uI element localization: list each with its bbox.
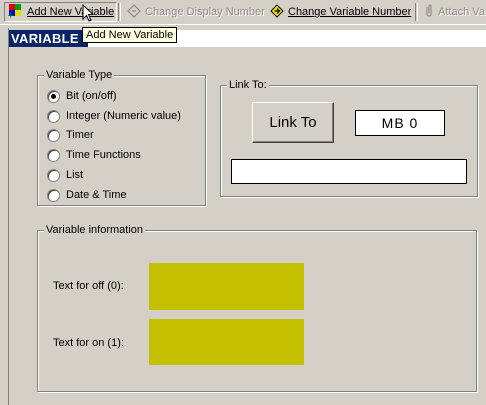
text-off-label: Text for off (0): xyxy=(53,280,124,292)
link-description-field[interactable] xyxy=(231,159,467,184)
variable-info-group: Variable information Text for off (0): T… xyxy=(37,224,477,392)
add-variable-icon: + xyxy=(7,3,23,22)
change-variable-number-button[interactable]: Change Variable Number xyxy=(270,3,411,21)
variable-type-group: Variable Type Bit (on/off) Integer (Nume… xyxy=(37,69,206,206)
radio-date-time-label: Date & Time xyxy=(66,189,127,201)
radio-unchecked-icon xyxy=(47,128,60,142)
link-to-button[interactable]: Link To xyxy=(252,102,334,143)
change-display-number-label: Change Display Number xyxy=(145,6,265,18)
radio-unchecked-icon xyxy=(47,168,60,182)
tooltip: Add New Variable xyxy=(82,27,178,43)
variable-info-title: Variable information xyxy=(44,224,146,236)
radio-bit[interactable]: Bit (on/off) xyxy=(47,88,117,104)
window-left-border xyxy=(8,28,9,405)
change-variable-number-label: Change Variable Number xyxy=(288,6,412,18)
radio-time-functions-label: Time Functions xyxy=(66,149,141,161)
attach-icon xyxy=(424,3,434,21)
radio-unchecked-icon xyxy=(47,148,60,162)
link-to-group: Link To: Link To MB 0 xyxy=(220,79,478,197)
radio-timer[interactable]: Timer xyxy=(47,127,94,143)
attach-variable-button[interactable]: Attach Va xyxy=(424,3,485,21)
radio-integer-label: Integer (Numeric value) xyxy=(66,110,181,122)
text-off-field[interactable] xyxy=(149,263,304,310)
svg-text:+: + xyxy=(7,11,15,19)
add-new-variable-label: Add New Variable xyxy=(27,6,115,18)
text-on-label: Text for on (1): xyxy=(53,337,124,349)
radio-bit-label: Bit (on/off) xyxy=(66,90,117,102)
change-display-icon xyxy=(127,3,141,21)
radio-date-time[interactable]: Date & Time xyxy=(47,187,127,203)
toolbar-separator xyxy=(118,3,121,21)
radio-timer-label: Timer xyxy=(66,129,94,141)
window-title: VARIABLE xyxy=(9,30,88,47)
radio-unchecked-icon xyxy=(47,109,60,123)
change-display-number-button[interactable]: Change Display Number xyxy=(127,3,265,21)
radio-unchecked-icon xyxy=(47,188,60,202)
link-to-title: Link To: xyxy=(227,79,269,91)
radio-time-functions[interactable]: Time Functions xyxy=(47,147,141,163)
mouse-cursor-icon xyxy=(82,3,95,26)
radio-integer[interactable]: Integer (Numeric value) xyxy=(47,108,181,124)
text-on-field[interactable] xyxy=(149,319,304,365)
radio-list-label: List xyxy=(66,169,84,181)
attach-variable-label: Attach Va xyxy=(438,6,485,18)
change-variable-icon xyxy=(270,3,284,21)
toolbar: + Add New Variable Change Display Number… xyxy=(0,0,486,25)
radio-list[interactable]: List xyxy=(47,167,83,183)
toolbar-separator xyxy=(415,3,418,21)
radio-checked-icon xyxy=(47,89,60,103)
add-new-variable-button[interactable]: + Add New Variable xyxy=(4,2,118,22)
link-address-field[interactable]: MB 0 xyxy=(355,110,445,136)
variable-type-title: Variable Type xyxy=(44,69,115,81)
